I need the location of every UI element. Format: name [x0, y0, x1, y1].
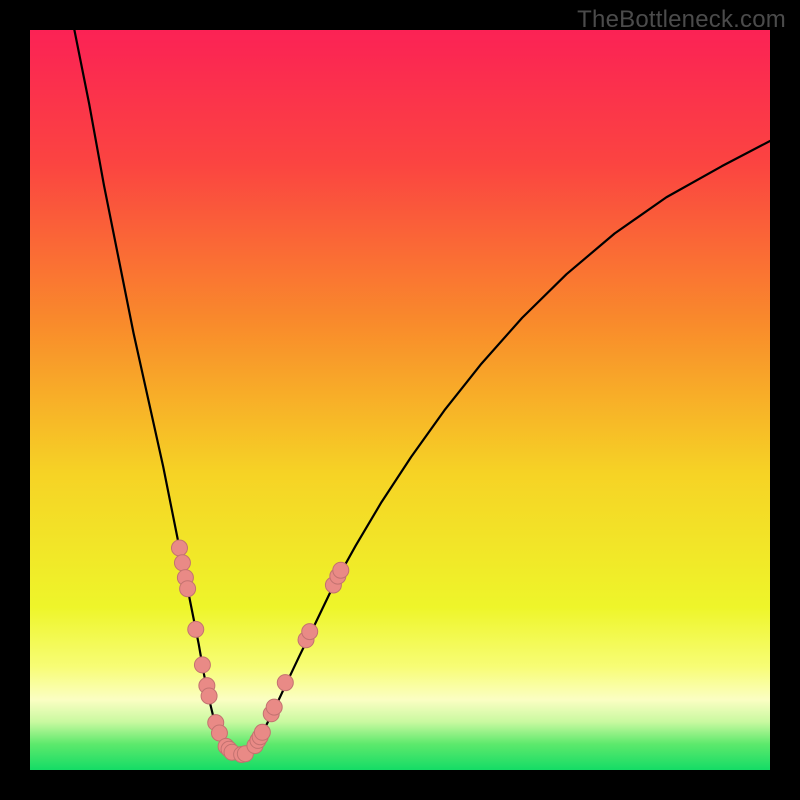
- plot-area: [30, 30, 770, 770]
- data-marker: [254, 724, 270, 740]
- data-marker: [194, 657, 210, 673]
- bottleneck-curve: [30, 30, 770, 770]
- data-marker: [266, 699, 282, 715]
- data-marker: [201, 688, 217, 704]
- data-marker: [180, 581, 196, 597]
- data-marker: [174, 555, 190, 571]
- data-marker: [302, 624, 318, 640]
- chart-frame: TheBottleneck.com: [0, 0, 800, 800]
- data-marker: [188, 621, 204, 637]
- data-marker: [171, 540, 187, 556]
- watermark-text: TheBottleneck.com: [577, 6, 786, 34]
- data-marker: [333, 562, 349, 578]
- data-marker: [277, 675, 293, 691]
